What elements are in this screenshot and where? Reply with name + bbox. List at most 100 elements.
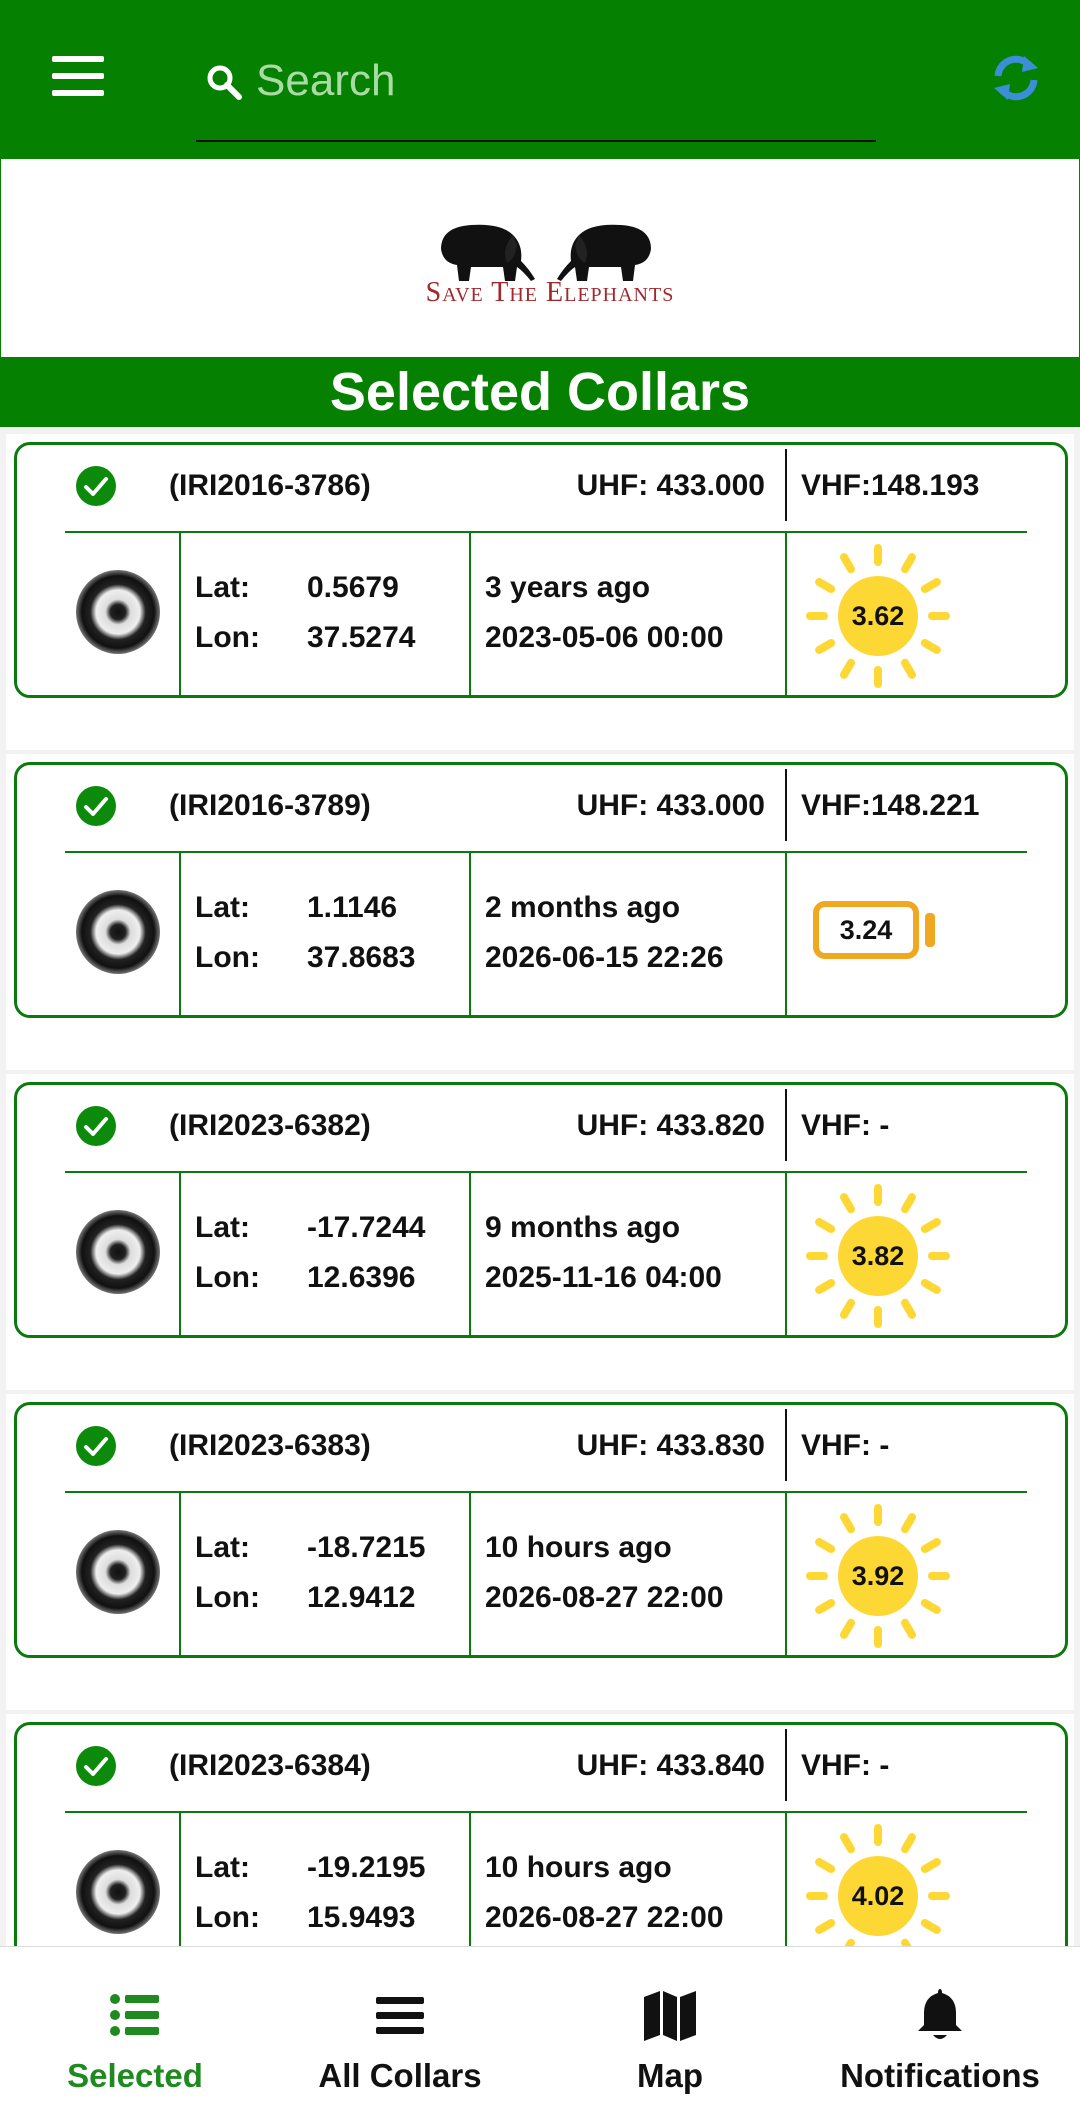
- battery-icon: 3.24: [803, 891, 953, 971]
- lat-label: Lat:: [195, 1531, 250, 1564]
- nav-notifications[interactable]: Notifications: [830, 1947, 1050, 2104]
- divider: [65, 851, 1027, 853]
- lon-value: 15.9493: [307, 1901, 416, 1934]
- nav-map-label: Map: [637, 2057, 703, 2094]
- timestamp: 2026-08-27 22:00: [485, 1901, 724, 1934]
- elephants-logo: [441, 224, 651, 281]
- lon-value: 37.8683: [307, 941, 416, 974]
- time-ago: 10 hours ago: [485, 1531, 672, 1564]
- lon-value: 12.9412: [307, 1581, 416, 1614]
- uhf-frequency: UHF: 433.000: [576, 469, 765, 502]
- check-circle-icon[interactable]: [75, 785, 117, 827]
- collar-list: (IRI2016-3786) UHF: 433.000 VHF:148.193: [0, 430, 1080, 1946]
- collar-id: (IRI2023-6384): [169, 1749, 371, 1782]
- divider: [179, 1493, 181, 1655]
- target-icon: [76, 1530, 160, 1614]
- divider: [785, 853, 787, 1015]
- divider: [785, 1089, 787, 1161]
- timestamp: 2026-06-15 22:26: [485, 941, 724, 974]
- top-app-bar: [0, 0, 1080, 158]
- divider: [785, 533, 787, 695]
- divider: [65, 1171, 1027, 1173]
- divider: [65, 1491, 1027, 1493]
- uhf-frequency: UHF: 433.820: [576, 1109, 765, 1142]
- collar-card-border: (IRI2023-6383) UHF: 433.830 VHF: - Lat:: [14, 1402, 1068, 1658]
- list-icon: [110, 1994, 159, 2036]
- lat-label: Lat:: [195, 1851, 250, 1884]
- search-input[interactable]: [254, 50, 858, 112]
- lon-value: 12.6396: [307, 1261, 416, 1294]
- uhf-frequency: UHF: 433.830: [576, 1429, 765, 1462]
- collar-card[interactable]: (IRI2023-6383) UHF: 433.830 VHF: - Lat:: [6, 1394, 1074, 1710]
- power-value: 3.92: [851, 1561, 905, 1591]
- power-value: 4.02: [851, 1881, 905, 1911]
- nav-selected[interactable]: Selected: [30, 1947, 240, 2104]
- collar-id: (IRI2016-3786): [169, 469, 371, 502]
- collar-card-border: (IRI2023-6382) UHF: 433.820 VHF: - Lat:: [14, 1082, 1068, 1338]
- vhf-frequency: VHF:148.193: [801, 469, 980, 502]
- sun-icon: 3.82: [803, 1181, 953, 1331]
- uhf-frequency: UHF: 433.000: [576, 789, 765, 822]
- lat-value: -18.7215: [307, 1531, 426, 1564]
- lat-value: -17.7244: [307, 1211, 426, 1244]
- vhf-frequency: VHF: -: [801, 1429, 890, 1462]
- divider: [469, 1173, 471, 1335]
- divider: [785, 769, 787, 841]
- sun-icon: 4.02: [803, 1821, 953, 1946]
- power-value: 3.82: [851, 1241, 905, 1271]
- hamburger-menu-icon[interactable]: [52, 56, 104, 96]
- target-icon: [76, 1850, 160, 1934]
- logo-text: Save The Elephants: [425, 277, 675, 308]
- target-icon: [76, 570, 160, 654]
- divider: [179, 533, 181, 695]
- divider: [785, 1729, 787, 1801]
- divider: [785, 449, 787, 521]
- lat-label: Lat:: [195, 571, 250, 604]
- lat-value: 0.5679: [307, 571, 399, 604]
- power-value: 3.24: [839, 915, 893, 945]
- lon-label: Lon:: [195, 1261, 260, 1294]
- collar-id: (IRI2023-6383): [169, 1429, 371, 1462]
- lat-label: Lat:: [195, 1211, 250, 1244]
- collar-card-border: (IRI2023-6384) UHF: 433.840 VHF: - Lat:: [14, 1722, 1068, 1946]
- bell-icon: [918, 1989, 962, 2039]
- divider: [179, 853, 181, 1015]
- nav-map[interactable]: Map: [570, 1947, 770, 2104]
- refresh-icon[interactable]: [988, 50, 1044, 106]
- collar-card[interactable]: (IRI2016-3789) UHF: 433.000 VHF:148.221: [6, 754, 1074, 1070]
- lon-label: Lon:: [195, 941, 260, 974]
- nav-selected-label: Selected: [67, 2057, 203, 2094]
- check-circle-icon[interactable]: [75, 1745, 117, 1787]
- collar-card[interactable]: (IRI2023-6382) UHF: 433.820 VHF: - Lat:: [6, 1074, 1074, 1390]
- collar-card[interactable]: (IRI2016-3786) UHF: 433.000 VHF:148.193: [6, 434, 1074, 750]
- menu-lines-icon: [376, 1997, 424, 2034]
- check-circle-icon[interactable]: [75, 1105, 117, 1147]
- target-icon: [76, 1210, 160, 1294]
- lat-value: 1.1146: [307, 891, 398, 924]
- check-circle-icon[interactable]: [75, 1425, 117, 1467]
- timestamp: 2026-08-27 22:00: [485, 1581, 724, 1614]
- timestamp: 2023-05-06 00:00: [485, 621, 724, 654]
- divider: [469, 533, 471, 695]
- divider: [65, 531, 1027, 533]
- power-value: 3.62: [851, 601, 905, 631]
- lat-value: -19.2195: [307, 1851, 426, 1884]
- collar-card-border: (IRI2016-3789) UHF: 433.000 VHF:148.221: [14, 762, 1068, 1018]
- divider: [469, 1493, 471, 1655]
- check-circle-icon[interactable]: [75, 465, 117, 507]
- lon-label: Lon:: [195, 621, 260, 654]
- divider: [179, 1813, 181, 1946]
- divider: [179, 1173, 181, 1335]
- collar-id: (IRI2023-6382): [169, 1109, 371, 1142]
- divider: [785, 1493, 787, 1655]
- nav-all-collars-label: All Collars: [318, 2057, 482, 2094]
- nav-all-collars[interactable]: All Collars: [290, 1947, 510, 2104]
- lat-label: Lat:: [195, 891, 250, 924]
- divider: [65, 1811, 1027, 1813]
- divider: [469, 1813, 471, 1946]
- sun-icon: 3.92: [803, 1501, 953, 1651]
- lon-label: Lon:: [195, 1901, 260, 1934]
- time-ago: 10 hours ago: [485, 1851, 672, 1884]
- collar-card[interactable]: (IRI2023-6384) UHF: 433.840 VHF: - Lat:: [6, 1714, 1074, 1946]
- uhf-frequency: UHF: 433.840: [576, 1749, 765, 1782]
